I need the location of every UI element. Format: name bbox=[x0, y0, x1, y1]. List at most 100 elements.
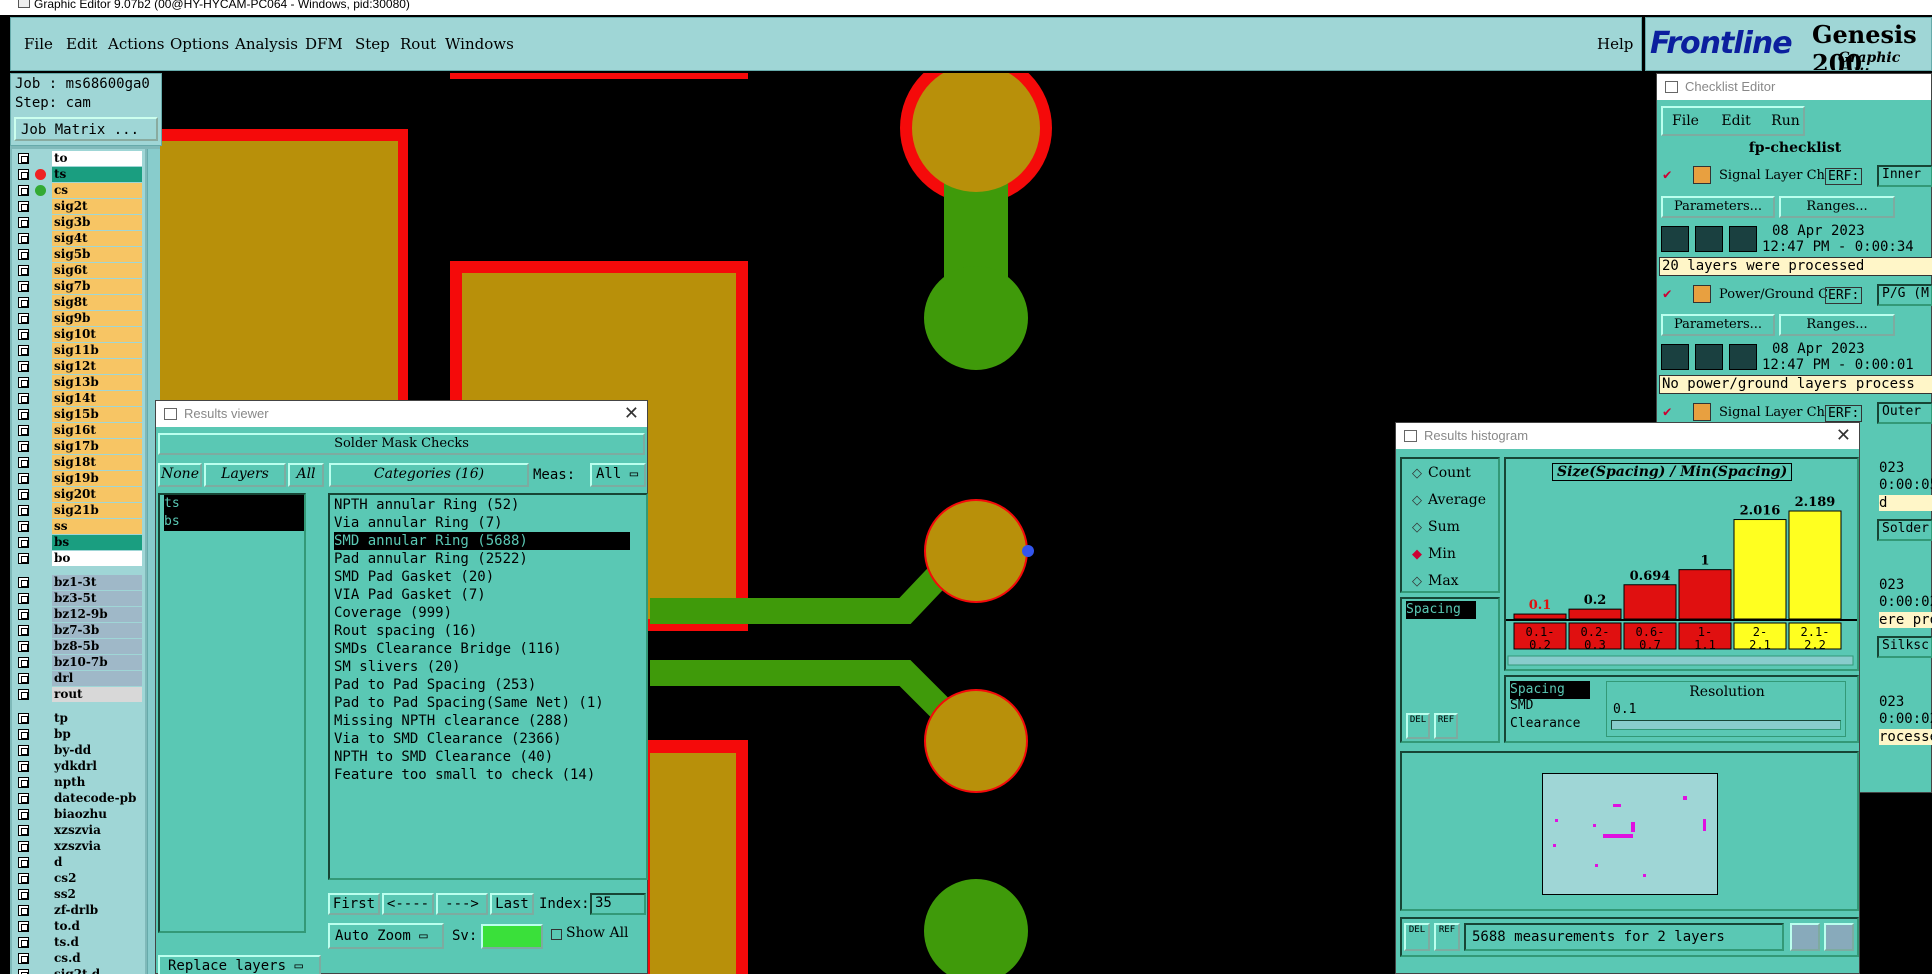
menu-rout[interactable]: Rout bbox=[400, 35, 436, 53]
menu-analysis[interactable]: Analysis bbox=[235, 35, 298, 53]
layer-name[interactable]: ts bbox=[52, 167, 142, 182]
meas-smd[interactable]: SMD bbox=[1510, 697, 1533, 715]
check-enabled-1[interactable]: ✔ bbox=[1663, 167, 1671, 183]
index-input[interactable]: 35 bbox=[590, 893, 646, 915]
histogram-bar[interactable] bbox=[1623, 584, 1677, 620]
layer-row[interactable]: sig3b bbox=[14, 215, 142, 230]
histogram-bar[interactable] bbox=[1568, 608, 1622, 620]
category-item[interactable]: VIA Pad Gasket (7) bbox=[334, 586, 486, 604]
layer-checkbox[interactable] bbox=[18, 577, 29, 588]
layer-checkbox[interactable] bbox=[18, 729, 29, 740]
last-button[interactable]: Last bbox=[490, 893, 534, 915]
category-item[interactable]: SMDs Clearance Bridge (116) bbox=[334, 640, 562, 658]
layer-checkbox[interactable] bbox=[18, 969, 29, 974]
layer-checkbox[interactable] bbox=[18, 153, 29, 164]
layer-name[interactable]: biaozhu bbox=[52, 807, 142, 822]
stat-radio-average[interactable]: Average bbox=[1412, 492, 1486, 508]
layer-checkbox[interactable] bbox=[18, 457, 29, 468]
layer-row[interactable]: sig2t.d bbox=[14, 967, 142, 974]
layer-checkbox[interactable] bbox=[18, 609, 29, 620]
del-button[interactable]: DEL bbox=[1406, 713, 1430, 739]
layer-checkbox[interactable] bbox=[18, 345, 29, 356]
category-item[interactable]: NPTH annular Ring (52) bbox=[334, 496, 519, 514]
layer-checkbox[interactable] bbox=[18, 313, 29, 324]
layer-checkbox[interactable] bbox=[18, 625, 29, 636]
stat-radio-max[interactable]: Max bbox=[1412, 573, 1459, 589]
close-icon[interactable]: ✕ bbox=[624, 403, 639, 424]
layer-checkbox[interactable] bbox=[18, 713, 29, 724]
layer-row[interactable]: sig9b bbox=[14, 311, 142, 326]
layer-name[interactable]: cs2 bbox=[52, 871, 142, 886]
layer-name[interactable]: zf-drlb bbox=[52, 903, 142, 918]
layer-checkbox[interactable] bbox=[18, 761, 29, 772]
category-item[interactable]: Pad to Pad Spacing (253) bbox=[334, 676, 536, 694]
layer-checkbox[interactable] bbox=[18, 745, 29, 756]
layer-row[interactable]: sig15b bbox=[14, 407, 142, 422]
run-icon[interactable] bbox=[1661, 344, 1689, 370]
layer-checkbox[interactable] bbox=[18, 857, 29, 868]
layer-name[interactable]: sig2t.d bbox=[52, 967, 142, 974]
ref-button[interactable]: REF bbox=[1434, 923, 1460, 951]
layer-row[interactable]: xzszvia bbox=[14, 823, 142, 838]
layer-name[interactable]: sig11b bbox=[52, 343, 142, 358]
export-icon[interactable] bbox=[1824, 923, 1854, 951]
layer-name[interactable]: sig16t bbox=[52, 423, 142, 438]
layer-row[interactable]: to.d bbox=[14, 919, 142, 934]
layer-name[interactable]: bz12-9b bbox=[52, 607, 142, 622]
layer-row[interactable]: sig10t bbox=[14, 327, 142, 342]
layer-name[interactable]: sig4t bbox=[52, 231, 142, 246]
layer-name[interactable]: bz3-5t bbox=[52, 591, 142, 606]
spacing-item[interactable]: Spacing bbox=[1406, 601, 1476, 619]
layer-checkbox[interactable] bbox=[18, 297, 29, 308]
meas-dropdown[interactable]: All ▭ bbox=[590, 463, 646, 487]
layer-row[interactable]: sig7b bbox=[14, 279, 142, 294]
category-item[interactable]: Coverage (999) bbox=[334, 604, 452, 622]
histogram-bar[interactable] bbox=[1513, 613, 1567, 620]
categories-button[interactable]: Categories (16) bbox=[329, 463, 529, 487]
close-icon[interactable]: ✕ bbox=[1836, 425, 1851, 446]
layer-name[interactable]: ss2 bbox=[52, 887, 142, 902]
erf-value-3[interactable]: Outer bbox=[1877, 402, 1932, 424]
layer-row[interactable]: npth bbox=[14, 775, 142, 790]
layer-row[interactable]: rout bbox=[14, 687, 142, 702]
layer-row[interactable]: by-dd bbox=[14, 743, 142, 758]
layer-name[interactable]: sig13b bbox=[52, 375, 142, 390]
del-button[interactable]: DEL bbox=[1404, 923, 1430, 951]
layer-checkbox[interactable] bbox=[18, 169, 29, 180]
layer-row[interactable]: ss2 bbox=[14, 887, 142, 902]
menu-file[interactable]: File bbox=[24, 35, 53, 53]
layers-button[interactable]: Layers bbox=[204, 463, 286, 487]
layer-row[interactable]: sig14t bbox=[14, 391, 142, 406]
layer-row[interactable]: bz7-3b bbox=[14, 623, 142, 638]
show-icon[interactable] bbox=[1695, 226, 1723, 252]
layer-name[interactable]: sig8t bbox=[52, 295, 142, 310]
check-enabled-3[interactable]: ✔ bbox=[1663, 404, 1671, 420]
layer-row[interactable]: zf-drlb bbox=[14, 903, 142, 918]
layer-row[interactable]: bz10-7b bbox=[14, 655, 142, 670]
layer-name[interactable]: xzszvia bbox=[52, 823, 142, 838]
layer-checkbox[interactable] bbox=[18, 537, 29, 548]
layer-row[interactable]: bz3-5t bbox=[14, 591, 142, 606]
layer-name[interactable]: sig21b bbox=[52, 503, 142, 518]
layer-checkbox[interactable] bbox=[18, 777, 29, 788]
auto-zoom-dropdown[interactable]: Auto Zoom ▭ bbox=[328, 923, 444, 949]
menu-options[interactable]: Options bbox=[170, 35, 229, 53]
erf-value-5[interactable]: Silksc bbox=[1877, 636, 1932, 658]
layer-row[interactable]: sig11b bbox=[14, 343, 142, 358]
layer-checkbox[interactable] bbox=[18, 673, 29, 684]
menu-edit[interactable]: Edit bbox=[66, 35, 97, 53]
layer-checkbox[interactable] bbox=[18, 505, 29, 516]
erf-value-4[interactable]: Solder bbox=[1877, 519, 1932, 541]
layer-row[interactable]: drl bbox=[14, 671, 142, 686]
layer-checkbox[interactable] bbox=[18, 265, 29, 276]
layer-checkbox[interactable] bbox=[18, 233, 29, 244]
layer-name[interactable]: ydkdrl bbox=[52, 759, 142, 774]
layer-checkbox[interactable] bbox=[18, 905, 29, 916]
layer-name[interactable]: sig2t bbox=[52, 199, 142, 214]
zoom-icon[interactable] bbox=[1790, 923, 1820, 951]
category-item[interactable]: NPTH to SMD Clearance (40) bbox=[334, 748, 553, 766]
run-icon[interactable] bbox=[1661, 226, 1689, 252]
action-power[interactable]: Power/Ground C bbox=[1719, 287, 1828, 302]
layer-row[interactable]: bs bbox=[14, 535, 142, 550]
layer-checkbox[interactable] bbox=[18, 873, 29, 884]
